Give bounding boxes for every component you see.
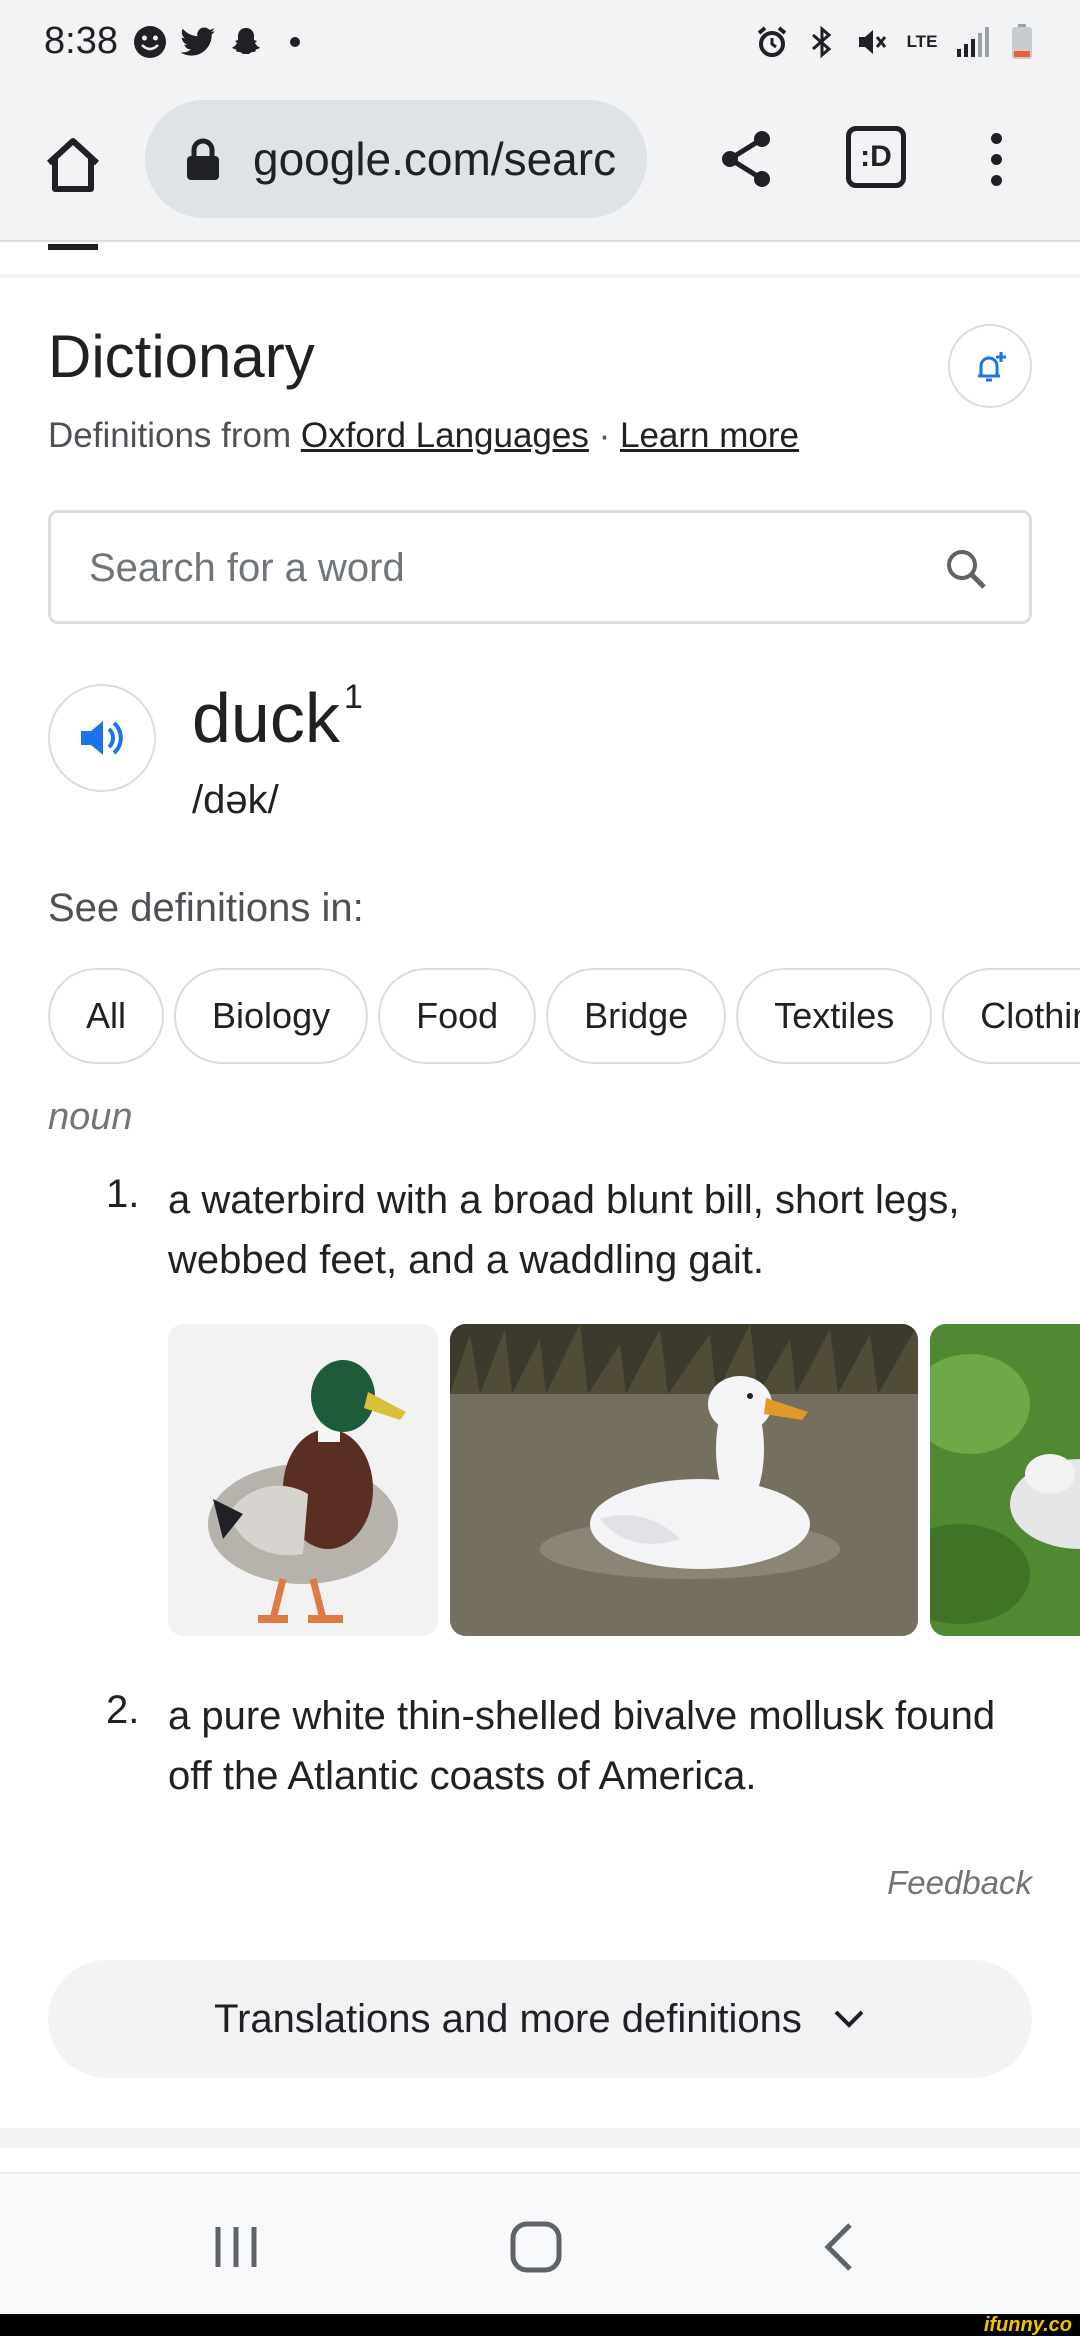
snapchat-icon <box>228 24 264 60</box>
search-icon[interactable] <box>943 546 989 597</box>
headword-superscript: 1 <box>343 678 363 716</box>
mute-icon <box>854 24 890 60</box>
battery-icon <box>1004 24 1040 60</box>
chevron-down-icon <box>834 2010 864 2028</box>
phonetic-spelling: /dək/ <box>192 778 279 822</box>
lte-indicator: LTE <box>906 32 938 51</box>
overflow-menu-button[interactable] <box>972 122 1020 196</box>
source-prefix: Definitions from <box>48 416 292 455</box>
learn-more-link[interactable]: Learn more <box>620 416 799 455</box>
translations-button[interactable]: Translations and more definitions <box>48 1960 1032 2078</box>
watermark-logo: ifunny.co <box>983 2314 1072 2336</box>
definition-text: a waterbird with a broad blunt bill, sho… <box>168 1178 960 1282</box>
see-definitions-label: See definitions in: <box>48 886 364 930</box>
share-icon <box>722 131 770 187</box>
section-divider <box>0 2128 1080 2148</box>
bell-add-icon <box>978 352 1006 382</box>
translations-label: Translations and more definitions <box>214 1996 802 2041</box>
lock-icon <box>185 138 221 187</box>
section-divider <box>0 274 1080 278</box>
oxford-languages-link[interactable]: Oxford Languages <box>301 416 589 455</box>
home-icon <box>46 138 100 192</box>
notification-icons <box>132 24 300 60</box>
url-bar[interactable]: google.com/searc <box>145 100 647 218</box>
search-placeholder: Search for a word <box>89 546 405 590</box>
tab-switcher-label: :D <box>860 140 892 173</box>
definition-text: a pure white thin-shelled bivalve mollus… <box>168 1694 996 1798</box>
home-nav-icon <box>510 2221 562 2273</box>
chip-bridge[interactable]: Bridge <box>546 968 727 1064</box>
share-button[interactable] <box>714 122 778 196</box>
chip-textiles[interactable]: Textiles <box>736 968 933 1064</box>
duck-images <box>168 1324 1080 1636</box>
headword-text: duck <box>192 679 340 757</box>
home-nav-button[interactable] <box>496 2214 576 2280</box>
speaker-icon <box>81 721 123 755</box>
url-text: google.com/searc <box>253 133 617 185</box>
back-icon <box>824 2223 852 2271</box>
chip-biology[interactable]: Biology <box>174 968 369 1064</box>
definition-number: 1. <box>106 1172 140 1216</box>
back-button[interactable] <box>800 2214 880 2280</box>
recents-button[interactable] <box>196 2214 276 2280</box>
separator: · <box>598 416 611 455</box>
system-navigation-bar <box>0 2172 1080 2314</box>
chip-clothing[interactable]: Clothing <box>942 968 1080 1064</box>
browser-toolbar: google.com/searc :D <box>0 92 1080 242</box>
home-button[interactable] <box>36 128 110 202</box>
recents-icon <box>215 2227 257 2267</box>
chip-all[interactable]: All <box>48 968 165 1064</box>
content-edge-mark <box>48 244 98 250</box>
system-icons: LTE <box>754 24 1040 60</box>
feedback-link[interactable]: Feedback <box>887 1864 1032 1902</box>
signal-icon <box>954 24 990 60</box>
menu-dot-icon <box>990 132 1002 144</box>
menu-dot-icon <box>990 174 1002 186</box>
smiley-icon <box>132 24 168 60</box>
watermark-bar: ifunny.co <box>0 2314 1080 2336</box>
category-chips: AllBiologyFoodBridgeTextilesClothing <box>48 968 1080 1064</box>
pronunciation-button[interactable] <box>48 684 156 792</box>
headword: duck 1 <box>192 678 363 758</box>
tab-switcher-button[interactable]: :D <box>846 126 906 188</box>
chip-food[interactable]: Food <box>378 968 537 1064</box>
dictionary-title: Dictionary <box>48 323 315 390</box>
menu-dot-icon <box>990 153 1002 165</box>
status-time: 8:38 <box>44 20 118 62</box>
twitter-icon <box>180 24 216 60</box>
duck-on-grass-image[interactable] <box>930 1324 1080 1636</box>
bluetooth-icon <box>804 24 840 60</box>
part-of-speech: noun <box>48 1096 133 1138</box>
word-search-input[interactable]: Search for a word <box>48 510 1032 624</box>
more-notifications-dot <box>290 37 300 47</box>
alarm-icon <box>754 24 790 60</box>
definition-number: 2. <box>106 1688 140 1732</box>
definitions-source: Definitions from Oxford Languages · Lear… <box>48 416 799 456</box>
mallard-duck-image[interactable] <box>168 1324 438 1636</box>
status-bar: 8:38 LTE <box>0 0 1080 92</box>
white-duck-image[interactable] <box>450 1324 918 1636</box>
alert-button[interactable] <box>948 324 1032 408</box>
